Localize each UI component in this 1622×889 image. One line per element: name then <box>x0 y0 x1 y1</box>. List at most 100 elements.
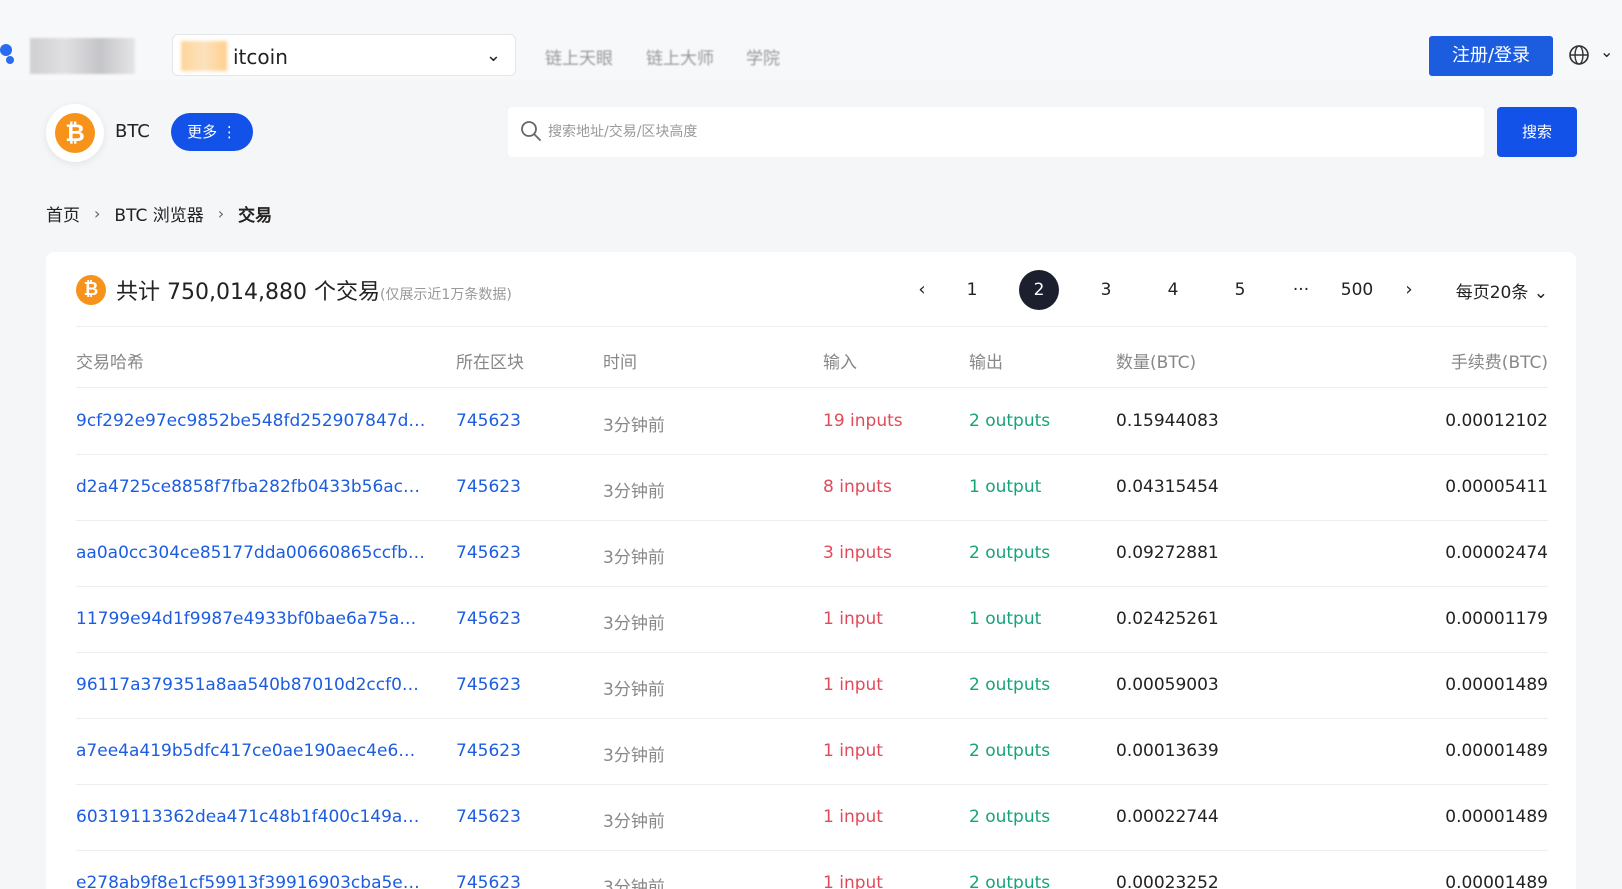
tx-fee: 0.00001489 <box>1445 741 1548 761</box>
chevron-right-icon: › <box>94 204 101 223</box>
tx-time: 3分钟前 <box>603 482 665 502</box>
page-ellipsis[interactable]: ··· <box>1287 270 1315 310</box>
page-button-last[interactable]: 500 <box>1335 270 1379 310</box>
language-chevron-icon[interactable]: ⌄ <box>1600 42 1613 61</box>
tx-inputs: 19 inputs <box>823 411 903 431</box>
coin-name: BTC <box>115 121 150 142</box>
site-name-blurred <box>30 38 135 74</box>
column-fee: 手续费(BTC) <box>1450 353 1548 373</box>
tx-time: 3分钟前 <box>603 416 665 436</box>
block-link[interactable]: 745623 <box>456 411 521 431</box>
page-button-1[interactable]: 1 <box>952 270 992 310</box>
tx-hash-link[interactable]: 11799e94d1f9987e4933bf0bae6a75a7aa6... <box>76 609 426 629</box>
tx-fee: 0.00002474 <box>1445 543 1548 563</box>
tx-fee: 0.00001489 <box>1445 675 1548 695</box>
tx-hash-link[interactable]: a7ee4a419b5dfc417ce0ae190aec4e6691... <box>76 741 426 761</box>
page-button-2-active[interactable]: 2 <box>1019 270 1059 310</box>
chevron-down-icon: ⌄ <box>485 45 501 66</box>
tx-fee: 0.00001179 <box>1445 609 1548 629</box>
prev-page-button[interactable]: ‹ <box>912 270 932 310</box>
table-row: d2a4725ce8858f7fba282fb0433b56ac4d8... 74… <box>76 455 1548 521</box>
bitcoin-icon: ₿ <box>76 275 106 305</box>
globe-icon[interactable] <box>1568 44 1590 66</box>
more-button[interactable]: 更多 ⋮ <box>171 113 253 151</box>
tx-inputs: 1 input <box>823 675 883 695</box>
tx-amount: 0.00023252 <box>1116 873 1219 889</box>
tx-inputs: 1 input <box>823 741 883 761</box>
block-link[interactable]: 745623 <box>456 675 521 695</box>
tx-outputs: 2 outputs <box>969 741 1051 761</box>
table-row: e278ab9f8e1cf59913f39916903cba5ea1ff... 7… <box>76 851 1548 889</box>
chain-coin-icon <box>181 41 227 71</box>
tx-hash-link[interactable]: e278ab9f8e1cf59913f39916903cba5ea1ff... <box>76 873 426 889</box>
card-header: ₿ 共计 750,014,880 个交易(仅展示近1万条数据) ‹ 1 2 3 … <box>76 252 1548 327</box>
breadcrumb-explorer[interactable]: BTC 浏览器 <box>114 201 203 226</box>
table-row: 60319113362dea471c48b1f400c149a701... 745… <box>76 785 1548 851</box>
column-outputs: 输出 <box>969 353 1003 373</box>
tx-inputs: 3 inputs <box>823 543 892 563</box>
transaction-total: 共计 750,014,880 个交易(仅展示近1万条数据) <box>116 274 512 306</box>
logo-dot <box>0 44 12 56</box>
column-hash: 交易哈希 <box>76 353 144 373</box>
block-link[interactable]: 745623 <box>456 609 521 629</box>
tx-hash-link[interactable]: aa0a0cc304ce85177dda00660865ccfbc96... <box>76 543 426 563</box>
next-page-button[interactable]: › <box>1399 270 1419 310</box>
table-header: 交易哈希 所在区块 时间 输入 输出 数量(BTC) 手续费(BTC) <box>76 328 1548 388</box>
column-inputs: 输入 <box>823 353 857 373</box>
search-box <box>508 107 1484 157</box>
logo-dot <box>6 56 14 64</box>
tx-outputs: 2 outputs <box>969 543 1051 563</box>
page-button-3[interactable]: 3 <box>1086 270 1126 310</box>
table-row: a7ee4a419b5dfc417ce0ae190aec4e6691... 745… <box>76 719 1548 785</box>
tx-inputs: 1 input <box>823 609 883 629</box>
tx-amount: 0.00013639 <box>1116 741 1219 761</box>
table-row: 9cf292e97ec9852be548fd252907847d7f7... 74… <box>76 389 1548 455</box>
nav-link-2[interactable]: 链上大师 <box>646 44 714 69</box>
transactions-card: ₿ 共计 750,014,880 个交易(仅展示近1万条数据) ‹ 1 2 3 … <box>46 252 1576 889</box>
tx-hash-link[interactable]: d2a4725ce8858f7fba282fb0433b56ac4d8... <box>76 477 426 497</box>
transaction-note: (仅展示近1万条数据) <box>379 287 512 303</box>
tx-amount: 0.02425261 <box>1116 609 1219 629</box>
tx-amount: 0.04315454 <box>1116 477 1219 497</box>
tx-amount: 0.00022744 <box>1116 807 1219 827</box>
breadcrumb-home[interactable]: 首页 <box>46 201 80 226</box>
tx-time: 3分钟前 <box>603 746 665 766</box>
tx-fee: 0.00012102 <box>1445 411 1548 431</box>
tx-outputs: 2 outputs <box>969 411 1051 431</box>
tx-hash-link[interactable]: 96117a379351a8aa540b87010d2ccf0a5ef... <box>76 675 426 695</box>
column-time: 时间 <box>603 353 637 373</box>
block-link[interactable]: 745623 <box>456 807 521 827</box>
block-link[interactable]: 745623 <box>456 477 521 497</box>
tx-inputs: 1 input <box>823 873 883 889</box>
column-block: 所在区块 <box>456 353 524 373</box>
pagination: ‹ 1 2 3 4 5 ··· 500 › <box>912 270 1439 310</box>
chevron-right-icon: › <box>217 204 225 223</box>
bitcoin-icon: ₿ <box>55 113 95 153</box>
search-button[interactable]: 搜索 <box>1497 107 1577 157</box>
chain-selector[interactable]: itcoin ⌄ <box>172 34 516 76</box>
tx-hash-link[interactable]: 9cf292e97ec9852be548fd252907847d7f7... <box>76 411 426 431</box>
tx-outputs: 2 outputs <box>969 873 1051 889</box>
page-button-4[interactable]: 4 <box>1153 270 1193 310</box>
tx-outputs: 2 outputs <box>969 807 1051 827</box>
login-button[interactable]: 注册/登录 <box>1429 36 1553 76</box>
page-size-select[interactable]: 每页20条 ⌄ <box>1456 278 1548 303</box>
table-row: 96117a379351a8aa540b87010d2ccf0a5ef... 74… <box>76 653 1548 719</box>
nav-link-3[interactable]: 学院 <box>746 44 780 69</box>
tx-time: 3分钟前 <box>603 680 665 700</box>
block-link[interactable]: 745623 <box>456 543 521 563</box>
tx-time: 3分钟前 <box>603 614 665 634</box>
page-button-5[interactable]: 5 <box>1220 270 1260 310</box>
search-icon <box>521 121 541 141</box>
nav-link-1[interactable]: 链上天眼 <box>545 44 613 69</box>
block-link[interactable]: 745623 <box>456 873 521 889</box>
block-link[interactable]: 745623 <box>456 741 521 761</box>
breadcrumb: 首页 › BTC 浏览器 › 交易 <box>46 201 272 226</box>
tx-hash-link[interactable]: 60319113362dea471c48b1f400c149a701... <box>76 807 426 827</box>
tx-inputs: 1 input <box>823 807 883 827</box>
tx-time: 3分钟前 <box>603 548 665 568</box>
tx-time: 3分钟前 <box>603 812 665 832</box>
search-input[interactable] <box>548 107 1468 157</box>
site-logo[interactable] <box>0 34 30 70</box>
table-row: aa0a0cc304ce85177dda00660865ccfbc96... 74… <box>76 521 1548 587</box>
